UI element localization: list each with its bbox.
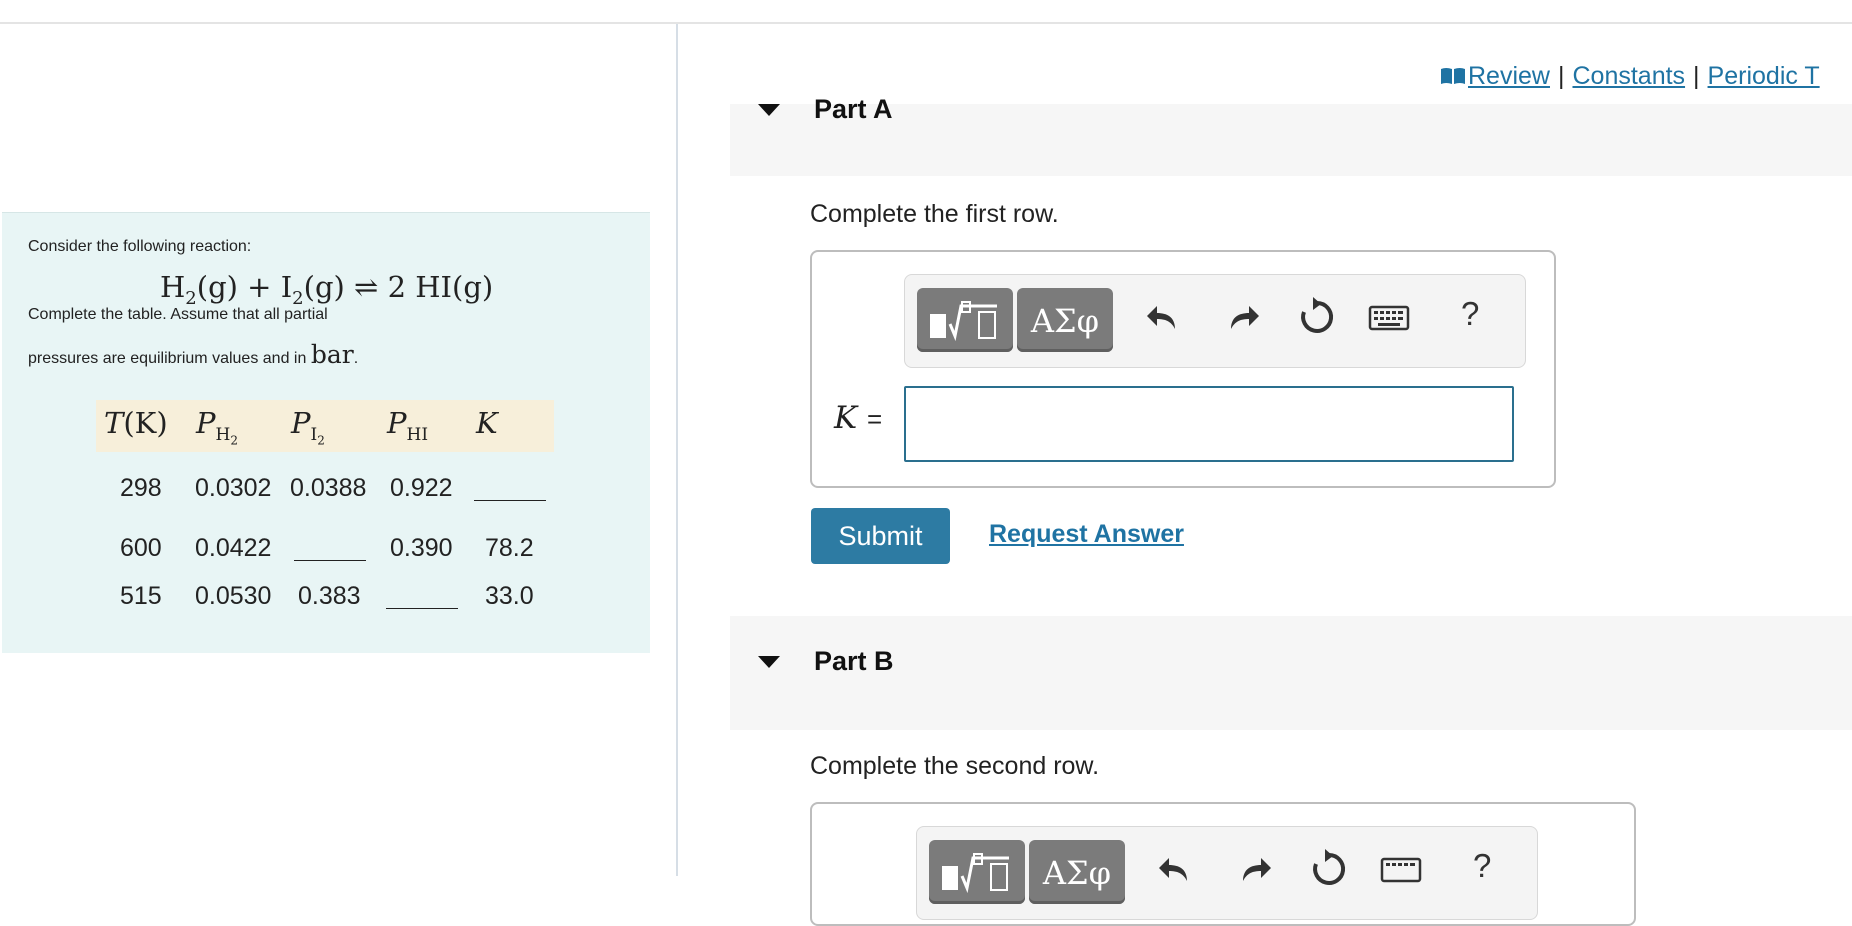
row3-p-hi-blank [386, 608, 458, 609]
equation-product-state: (g) [452, 270, 494, 304]
keyboard-icon[interactable] [1379, 847, 1423, 891]
constants-link[interactable]: Constants [1572, 62, 1685, 90]
row3-k: 33.0 [485, 582, 534, 610]
row3-p-i2: 0.383 [298, 582, 361, 610]
row2-p-h2: 0.0422 [195, 534, 272, 562]
header-p-h2: PH2 [196, 406, 238, 447]
help-button[interactable]: ? [1461, 295, 1479, 333]
row3-t: 515 [120, 582, 162, 610]
submit-button[interactable]: Submit [811, 508, 950, 564]
header-temperature-symbol: T [104, 406, 124, 440]
book-icon [1441, 68, 1465, 84]
equation-reactant1: H [160, 270, 186, 304]
part-a-title: Part A [814, 94, 893, 124]
undo-icon[interactable] [1143, 295, 1187, 339]
instruction-unit: bar [310, 340, 354, 369]
templates-icon [942, 853, 1009, 894]
templates-button[interactable] [917, 288, 1013, 352]
help-button[interactable]: ? [1473, 847, 1491, 885]
row1-t: 298 [120, 474, 162, 502]
keyboard-icon[interactable] [1367, 295, 1411, 339]
row1-p-h2: 0.0302 [195, 474, 272, 502]
part-b-answer-box: ΑΣφ ? [810, 802, 1636, 926]
row1-k-blank [474, 500, 546, 501]
greek-symbols-button[interactable]: ΑΣφ [1017, 288, 1113, 352]
row1-p-i2: 0.0388 [290, 474, 367, 502]
part-a-answer-box: ΑΣφ ? K = [810, 250, 1556, 488]
instruction-line-1: Complete the table. Assume that all part… [28, 306, 328, 323]
equation-plus: + [247, 270, 272, 304]
k-label: K = [834, 400, 882, 436]
header-p-hi-sub: HI [406, 424, 429, 445]
periodic-table-link[interactable]: Periodic T [1708, 62, 1820, 90]
review-link[interactable]: Review [1468, 62, 1550, 90]
redo-icon[interactable] [1231, 847, 1275, 891]
collapse-caret-icon[interactable] [758, 104, 780, 116]
part-b-title: Part B [814, 646, 894, 676]
redo-icon[interactable] [1219, 295, 1263, 339]
header-temperature: T(K) [104, 406, 168, 440]
part-b-header[interactable]: Part B [730, 616, 1852, 730]
header-p-h2-subsub: 2 [230, 433, 238, 448]
link-separator: | [1693, 62, 1700, 90]
part-a-header[interactable]: Part A [730, 94, 1852, 176]
collapse-caret-icon[interactable] [758, 656, 780, 668]
header-k-symbol: K [476, 406, 498, 440]
reset-icon[interactable] [1295, 295, 1339, 339]
header-p-hi: PHI [387, 406, 428, 445]
header-p-hi-symbol: P [387, 406, 407, 440]
header-temperature-unit: (K) [123, 406, 168, 440]
header-p-i2-symbol: P [291, 406, 311, 440]
k-answer-input[interactable] [904, 386, 1514, 462]
row2-t: 600 [120, 534, 162, 562]
greek-symbols-button[interactable]: ΑΣφ [1029, 840, 1125, 904]
instruction-end: . [353, 350, 359, 367]
undo-icon[interactable] [1155, 847, 1199, 891]
greek-symbols-label: ΑΣφ [1042, 854, 1112, 892]
reset-icon[interactable] [1307, 847, 1351, 891]
problem-intro: Consider the following reaction: [28, 238, 252, 255]
equation-reactant1-state: (g) [196, 270, 238, 304]
row3-p-h2: 0.0530 [195, 582, 272, 610]
header-p-h2-sub: H [215, 424, 231, 445]
row2-p-i2-blank [294, 560, 366, 561]
math-toolbar: ΑΣφ ? [904, 274, 1526, 368]
reaction-equation: H2(g) + I2(g) ⇌ 2 HI(g) [160, 270, 493, 309]
equation-reactant2-state: (g) [303, 270, 345, 304]
resource-links: Review | Constants | Periodic T [1440, 62, 1820, 91]
row2-k: 78.2 [485, 534, 534, 562]
header-p-i2-subsub: 2 [317, 433, 325, 448]
part-a-prompt: Complete the first row. [810, 200, 1059, 228]
row2-p-hi: 0.390 [390, 534, 453, 562]
top-divider [0, 22, 1852, 24]
equation-product: 2 HI [387, 270, 452, 304]
k-symbol: K [834, 400, 858, 436]
instruction-line-2-text: pressures are equilibrium values and in [28, 350, 307, 367]
header-p-h2-symbol: P [196, 406, 216, 440]
equation-reactant2: I [280, 270, 293, 304]
column-divider [676, 24, 678, 876]
equals-sign: = [867, 404, 883, 434]
instruction-line-2: pressures are equilibrium values and in … [28, 340, 358, 369]
templates-button[interactable] [929, 840, 1025, 904]
part-b-prompt: Complete the second row. [810, 752, 1100, 780]
header-k: K [476, 406, 498, 440]
row1-p-hi: 0.922 [390, 474, 453, 502]
math-toolbar: ΑΣφ ? [916, 826, 1538, 920]
greek-symbols-label: ΑΣφ [1030, 302, 1100, 340]
link-separator: | [1557, 62, 1565, 90]
header-p-i2: PI2 [291, 406, 325, 447]
equilibrium-arrow: ⇌ [354, 270, 379, 304]
templates-icon [930, 301, 997, 342]
request-answer-link[interactable]: Request Answer [989, 520, 1184, 549]
